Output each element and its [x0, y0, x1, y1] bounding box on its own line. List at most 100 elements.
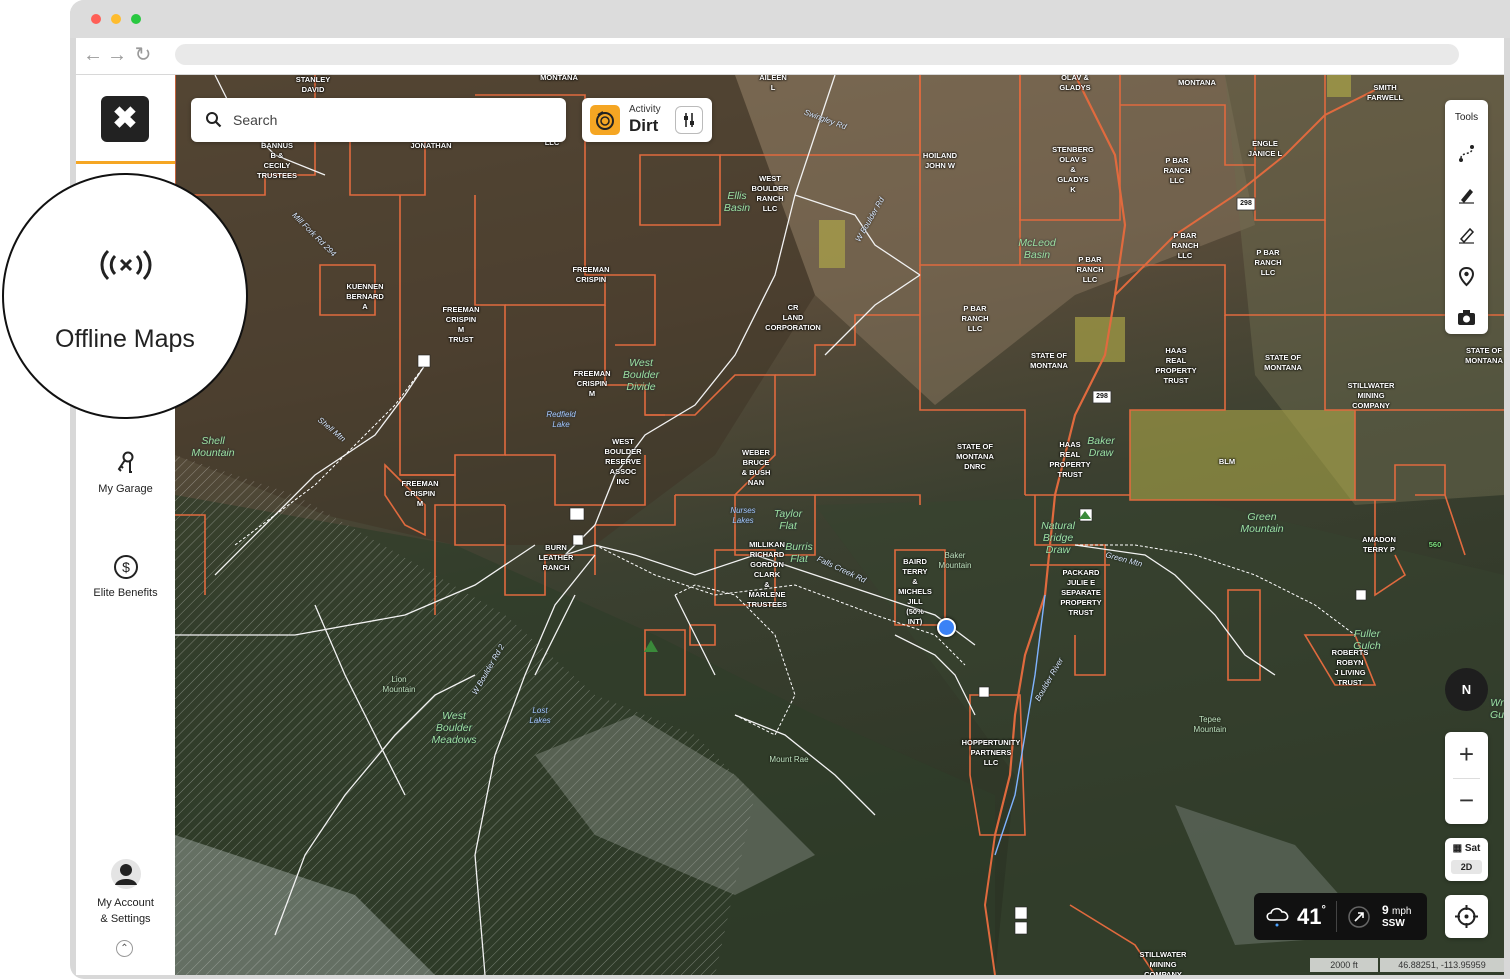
satellite-imagery [175, 75, 1504, 975]
parcel-label: PACKARD JULIE E SEPARATE PROPERTY TRUST [1060, 568, 1102, 617]
place-label: Burris Flat [785, 541, 813, 565]
activity-value: Dirt [629, 116, 659, 135]
filter-button[interactable] [675, 106, 703, 134]
place-label: McLeod Basin [1018, 237, 1056, 261]
degree-symbol: ° [1321, 904, 1326, 916]
parcel-label: CR LAND CORPORATION [765, 303, 821, 332]
coordinates-readout: 46.88251, -113.95959 [1380, 958, 1504, 972]
map-layers-icon: ▦ [1452, 843, 1463, 854]
peak-label: Mount Rae [769, 755, 809, 764]
camera-icon[interactable] [1456, 307, 1477, 328]
parcel-label: JONATHAN [410, 141, 452, 150]
place-label: West Boulder Meadows [431, 710, 477, 746]
highway-marker: 298 [1096, 393, 1108, 400]
account-label-line1: My Account [97, 897, 154, 909]
zoom-in-button[interactable]: + [1445, 732, 1488, 778]
lake-label: Lost Lakes [529, 706, 551, 725]
layer-mode-badge: 2D [1451, 860, 1482, 874]
offline-signal-icon [100, 249, 152, 281]
parcel-label: FREEMAN CRISPIN M [401, 479, 439, 508]
place-label: Natural Bridge Draw [1041, 520, 1075, 556]
parcel-label: FREEMAN CRISPIN M [573, 369, 611, 398]
compass-button[interactable]: N [1445, 668, 1488, 711]
parcel-label: BURN LEATHER RANCH [538, 543, 574, 572]
forward-arrow-icon[interactable]: → [106, 44, 128, 66]
pencil-icon[interactable] [1456, 184, 1477, 205]
parcel-label: STATE OF MONTANA [1465, 346, 1503, 365]
wind-direction: SSW [1382, 918, 1405, 929]
back-arrow-icon[interactable]: ← [82, 44, 104, 66]
parcel-label: HOPPERTUNITY PARTNERS LLC [961, 738, 1021, 767]
parcel-label: STANLEY DAVID [295, 75, 331, 94]
parcel-label: WEBER BRUCE & BUSH NAN [741, 448, 771, 487]
activity-selector[interactable]: Activity Dirt [582, 98, 712, 142]
window-minimize-button[interactable] [111, 14, 121, 24]
parcel-label: ENGLE JANICE L [1247, 139, 1283, 158]
avatar-icon [110, 859, 141, 889]
wind-speed-value: 9 [1382, 903, 1389, 917]
parcel-label: BLM [1218, 457, 1236, 466]
map-canvas[interactable]: STANLEY DAVID MONTANA AILEEN L OLAV & GLADY… [175, 75, 1504, 975]
parcel-label: BAIRD TERRY & MICHELS JILL (50% INT) [898, 557, 932, 626]
window-zoom-button[interactable] [131, 14, 141, 24]
highway-marker: 298 [1240, 200, 1252, 207]
zoom-out-button[interactable]: − [1445, 778, 1488, 824]
parcel-label: WEST BOULDER RANCH LLC [751, 174, 789, 213]
place-label: Wr Gu [1489, 697, 1504, 721]
place-label: Shell Mountain [191, 435, 235, 459]
locate-button[interactable] [1445, 895, 1488, 938]
parcel-label: HAAS REAL PROPERTY TRUST [1155, 346, 1197, 385]
weather-divider [1336, 901, 1337, 932]
weather-widget[interactable]: 41° 9 mph SSW [1254, 893, 1427, 940]
search-input[interactable]: Search [191, 98, 566, 142]
parcel-label: P BAR RANCH LLC [1254, 248, 1282, 277]
peak-label: Lion Mountain [382, 675, 416, 694]
wind-speed: 9 mph [1382, 903, 1411, 917]
tools-title: Tools [1454, 112, 1479, 123]
zoom-control: + − [1445, 732, 1488, 824]
parcel-label: STILLWATER MINING COMPANY [1139, 950, 1187, 975]
route-icon[interactable] [1456, 143, 1477, 164]
browser-titlebar [70, 0, 1510, 38]
activity-caption: Activity [629, 104, 661, 115]
dollar-circle-icon: $ [113, 555, 138, 579]
offline-maps-button[interactable]: Offline Maps [2, 173, 248, 419]
dirt-bike-icon [590, 105, 620, 135]
offline-maps-label: Offline Maps [55, 325, 195, 353]
sidebar-item-my-garage[interactable]: My Garage [76, 450, 175, 497]
parcel-label: BANNUS B & CECILY TRUSTEES [256, 141, 298, 180]
pin-icon[interactable] [1456, 266, 1477, 287]
reload-icon[interactable]: ↻ [132, 44, 154, 66]
close-icon: ✖ [112, 102, 138, 135]
lake-label: Nurses Lakes [730, 506, 756, 525]
address-bar[interactable] [175, 44, 1459, 65]
place-label: Baker Draw [1087, 435, 1115, 459]
map-layer-button[interactable]: ▦ Sat 2D [1445, 838, 1488, 881]
parcel-label: AMADON TERRY P [1362, 535, 1396, 554]
chevron-up-icon[interactable]: ⌃ [116, 940, 133, 957]
parcel-label: STENBERG OLAV S & GLADYS K [1052, 145, 1094, 194]
temperature: 41° [1297, 904, 1326, 930]
parcel-label: SMITH FARWELL [1366, 83, 1404, 102]
place-label: Ellis Basin [723, 190, 751, 214]
wind-arrow-icon [1348, 906, 1370, 928]
sidebar-item-elite-benefits[interactable]: $ Elite Benefits [76, 554, 175, 601]
parcel-label: P BAR RANCH LLC [1171, 231, 1199, 260]
close-button[interactable]: ✖ [101, 96, 149, 142]
eraser-pencil-icon[interactable] [1456, 224, 1477, 245]
temperature-value: 41 [1297, 904, 1322, 929]
parcel-label: WEST BOULDER RESERVE ASSOC INC [604, 437, 642, 486]
parcel-label: MILLIKAN RICHARD GORDON CLARK & MARLENE TRUSTE… [746, 540, 788, 609]
place-label: Fuller Gulch [1353, 628, 1381, 652]
peak-label: Tepee Mountain [1193, 715, 1227, 734]
parcel-label: STATE OF MONTANA [1030, 351, 1068, 370]
window-close-button[interactable] [91, 14, 101, 24]
wind-unit: mph [1392, 906, 1412, 917]
parcel-label: STILLWATER MINING COMPANY [1347, 381, 1395, 410]
place-label: Taylor Flat [773, 508, 803, 532]
active-tab-indicator [76, 161, 175, 164]
parcel-label: P BAR RANCH LLC [1076, 255, 1104, 284]
parcel-label: STATE OF MONTANA DNRC [956, 442, 994, 471]
sliders-icon [684, 113, 694, 127]
account-settings[interactable]: My Account & Settings [76, 858, 175, 927]
